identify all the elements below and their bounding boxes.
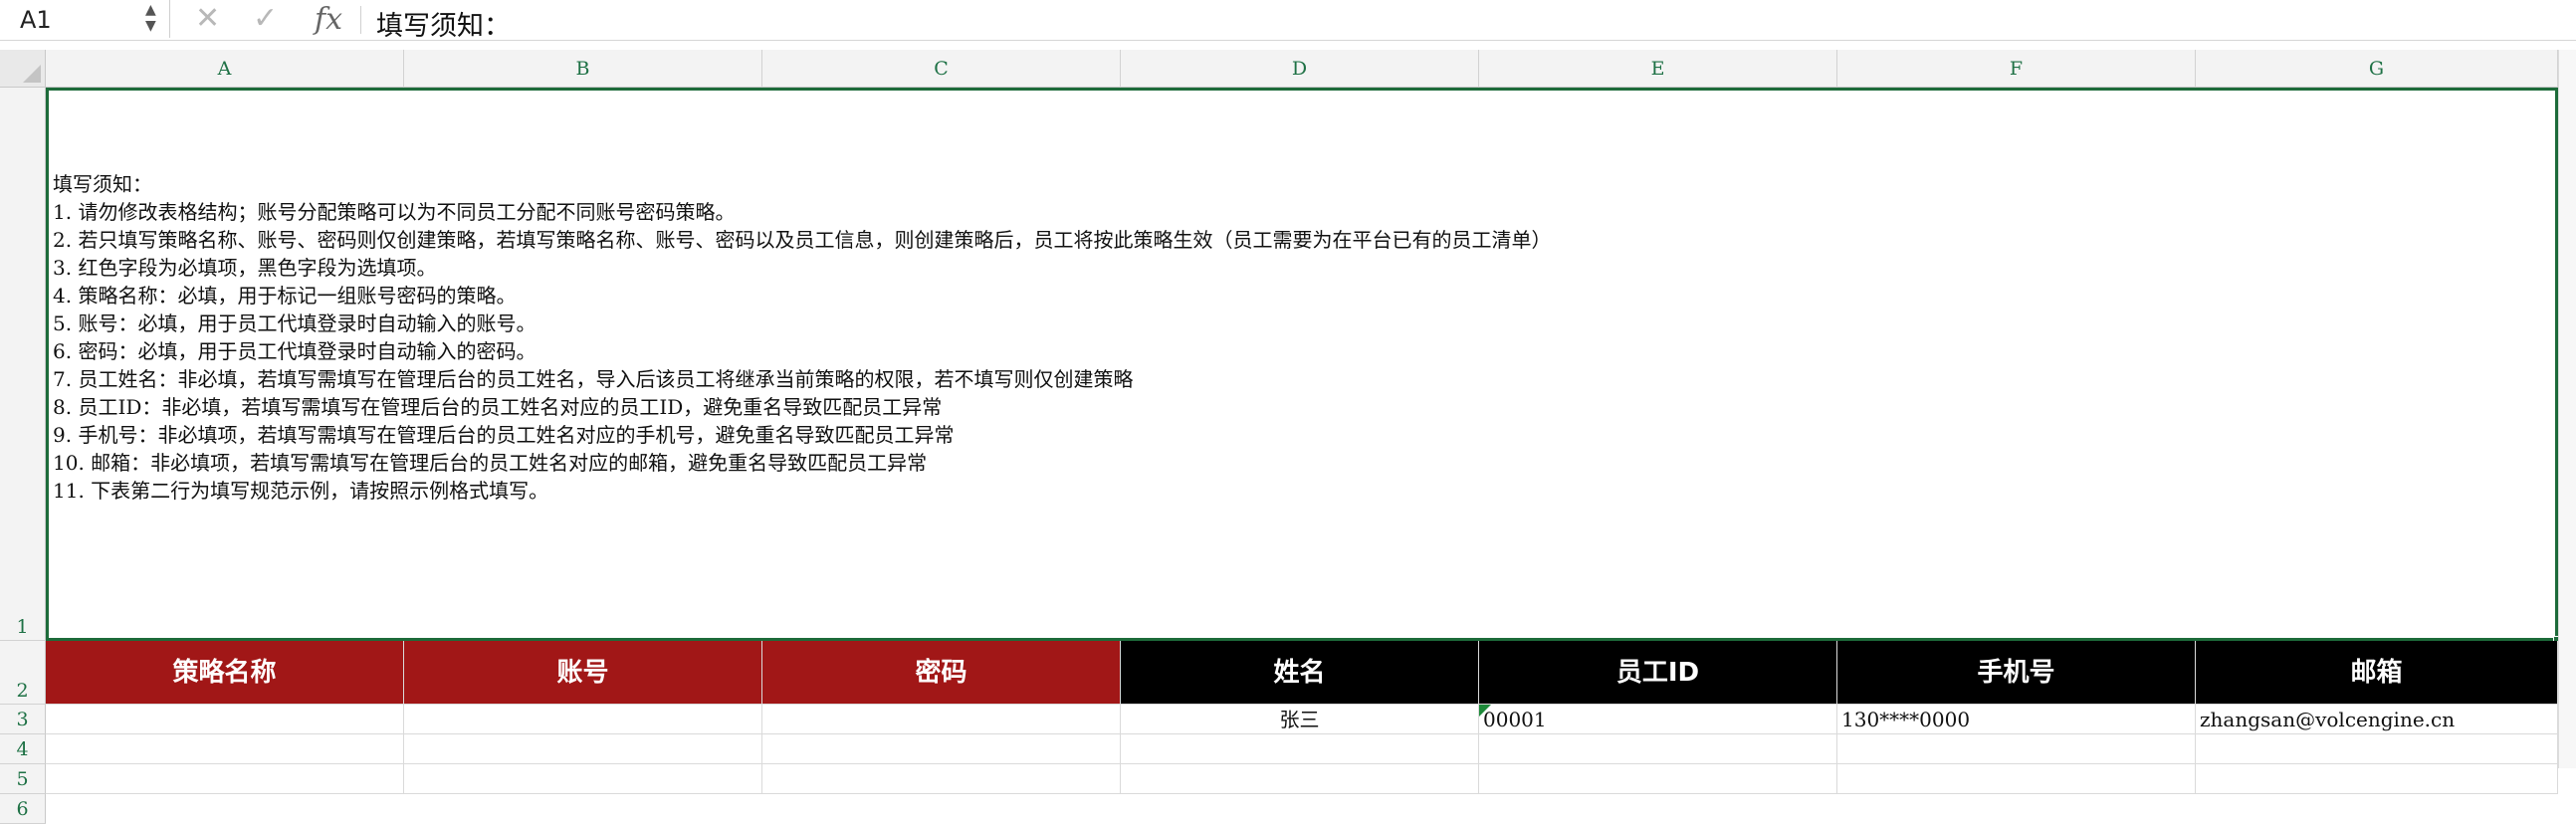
cell-a5[interactable]: [46, 764, 404, 794]
note-line-7: 7. 员工姓名：非必填，若填写需填写在管理后台的员工姓名，导入后该员工将继承当前…: [53, 367, 1134, 391]
row-header-4[interactable]: 4: [0, 734, 46, 764]
cell-a4[interactable]: [46, 734, 404, 764]
header-cell-account[interactable]: 账号: [404, 641, 762, 705]
row-header-3[interactable]: 3: [0, 705, 46, 734]
note-line-3: 3. 红色字段为必填项，黑色字段为选填项。: [53, 256, 437, 280]
note-line-4: 4. 策略名称：必填，用于标记一组账号密码的策略。: [53, 284, 517, 308]
cell-a3[interactable]: [46, 705, 404, 734]
cell-d5[interactable]: [1121, 764, 1479, 794]
cell-d3[interactable]: 张三: [1121, 705, 1479, 734]
cell-e4[interactable]: [1479, 734, 1837, 764]
note-line-11: 11. 下表第二行为填写规范示例，请按照示例格式填写。: [53, 479, 549, 503]
name-box[interactable]: A1 ▲ ▼: [0, 0, 170, 38]
cell-e3[interactable]: 00001: [1479, 705, 1837, 734]
formula-bar: A1 ▲ ▼ ✕ ✓ fx 填写须知：: [0, 0, 2576, 43]
cell-c4[interactable]: [762, 734, 1121, 764]
cell-f3[interactable]: 130****0000: [1837, 705, 2196, 734]
column-header-c[interactable]: C: [762, 50, 1121, 88]
formula-separator: [360, 6, 361, 34]
select-all-corner[interactable]: [0, 50, 46, 88]
cell-g5[interactable]: [2196, 764, 2558, 794]
cell-f4[interactable]: [1837, 734, 2196, 764]
spreadsheet-grid: A B C D E F G 1 2 3 4 5 6 填写须知： 1. 请勿修改表…: [0, 50, 2576, 824]
cell-g3[interactable]: zhangsan@volcengine.cn: [2196, 705, 2558, 734]
name-box-stepper-icon[interactable]: ▲ ▼: [145, 2, 156, 34]
header-cell-policy-name[interactable]: 策略名称: [46, 641, 404, 705]
header-cell-phone[interactable]: 手机号: [1837, 641, 2196, 705]
note-line-10: 10. 邮箱：非必填项，若填写需填写在管理后台的员工姓名对应的邮箱，避免重名导致…: [53, 451, 928, 475]
column-header-g[interactable]: G: [2196, 50, 2558, 88]
header-cell-name[interactable]: 姓名: [1121, 641, 1479, 705]
cell-g4[interactable]: [2196, 734, 2558, 764]
cell-reference[interactable]: A1: [20, 6, 52, 34]
column-header-b[interactable]: B: [404, 50, 762, 88]
cell-b3[interactable]: [404, 705, 762, 734]
vertical-scroll-gutter[interactable]: [2558, 50, 2576, 768]
row-header-2[interactable]: 2: [0, 641, 46, 705]
note-line-6: 6. 密码：必填，用于员工代填登录时自动输入的密码。: [53, 339, 537, 363]
column-header-f[interactable]: F: [1837, 50, 2196, 88]
header-cell-employee-id[interactable]: 员工ID: [1479, 641, 1837, 705]
note-line-9: 9. 手机号：非必填项，若填写需填写在管理后台的员工姓名对应的手机号，避免重名导…: [53, 423, 955, 447]
note-line-5: 5. 账号：必填，用于员工代填登录时自动输入的账号。: [53, 311, 537, 335]
notes-title: 填写须知：: [53, 172, 152, 196]
note-line-1: 1. 请勿修改表格结构；账号分配策略可以为不同员工分配不同账号密码策略。: [53, 200, 736, 224]
note-line-2: 2. 若只填写策略名称、账号、密码则仅创建策略，若填写策略名称、账号、密码以及员…: [53, 228, 1552, 252]
column-header-a[interactable]: A: [46, 50, 404, 88]
cancel-icon[interactable]: ✕: [195, 0, 220, 38]
cell-d4[interactable]: [1121, 734, 1479, 764]
confirm-icon[interactable]: ✓: [253, 0, 278, 38]
header-cell-email[interactable]: 邮箱: [2196, 641, 2558, 705]
cell-c5[interactable]: [762, 764, 1121, 794]
error-indicator-icon[interactable]: [1479, 705, 1491, 717]
column-header-d[interactable]: D: [1121, 50, 1479, 88]
row-header-5[interactable]: 5: [0, 764, 46, 794]
column-header-e[interactable]: E: [1479, 50, 1837, 88]
cell-b4[interactable]: [404, 734, 762, 764]
cell-e5[interactable]: [1479, 764, 1837, 794]
select-all-icon: [23, 65, 41, 83]
cell-b5[interactable]: [404, 764, 762, 794]
row-header-6[interactable]: 6: [0, 794, 46, 824]
formula-input[interactable]: 填写须知：: [376, 4, 511, 43]
note-line-8: 8. 员工ID：非必填，若填写需填写在管理后台的员工姓名对应的员工ID，避免重名…: [53, 395, 943, 419]
cell-c3[interactable]: [762, 705, 1121, 734]
instructions-cell-a1[interactable]: 填写须知： 1. 请勿修改表格结构；账号分配策略可以为不同员工分配不同账号密码策…: [46, 88, 2558, 641]
cell-e3-value: 00001: [1483, 708, 1547, 731]
cell-f5[interactable]: [1837, 764, 2196, 794]
header-cell-password[interactable]: 密码: [762, 641, 1121, 705]
function-icon[interactable]: fx: [315, 2, 342, 37]
row-header-1[interactable]: 1: [0, 88, 46, 641]
